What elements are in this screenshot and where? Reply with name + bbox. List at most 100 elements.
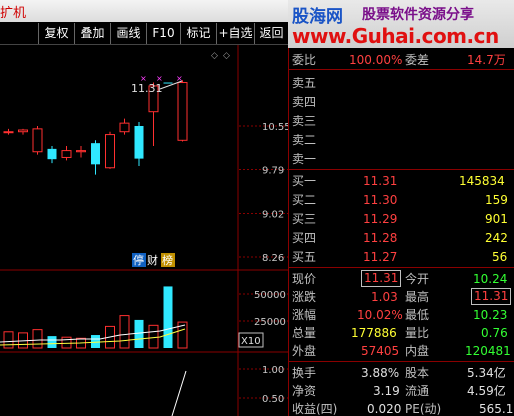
buy-volume: 242 [485,231,508,245]
open-label: 今开 [405,272,430,286]
volume-ratio-value: 0.76 [481,326,508,340]
volume-bar [3,331,14,349]
site-logo: 股海网 股票软件资源分享 www.Guhai.com.cn [288,0,514,48]
price-tick-label: 9.79 [262,165,284,176]
fin-row: 净资 3.19 流通 4.59亿 [289,382,514,400]
sell-label: 卖四 [292,95,317,109]
buy-volume: 56 [492,250,508,264]
inner-value: 120481 [465,344,511,358]
eps-label: 收益(四) [292,402,338,416]
sell-row[interactable]: 卖三 [289,112,514,130]
change-label: 涨跌 [292,290,317,304]
buy-row[interactable]: 买五 11.27 56 [289,248,514,266]
event-marker-icon: × [156,74,163,83]
window-title: 扩机 [0,6,27,21]
sell-row[interactable]: 卖五 [289,74,514,92]
volume-bar [32,329,43,349]
outer-value: 57405 [361,344,400,358]
float-label: 流通 [405,384,430,398]
current-price-value: 11.31 [361,270,402,287]
price-tick-label: 9.02 [262,210,284,221]
price-tick-label: 8.26 [262,253,284,264]
sell-row[interactable]: 卖二 [289,131,514,149]
order-diff-label: 委差 [405,53,430,67]
volume-scale-label: X10 [241,336,261,347]
sell-label: 卖五 [292,76,317,90]
net-assets-label: 净资 [292,384,317,398]
candle-body [119,122,130,133]
indicator-line [171,370,187,416]
net-assets-value: 3.19 [373,384,400,398]
buy-price: 11.28 [363,231,398,245]
sell-row[interactable]: 卖四 [289,93,514,111]
restore-rights-button[interactable]: 复权 [38,23,74,44]
fin-row: 收益(四) 0.020 PE(动) 565.1 [289,400,514,416]
event-marker-icon: × [140,74,147,83]
buy-label: 买五 [292,250,317,264]
low-label: 最低 [405,308,430,322]
draw-line-button[interactable]: 画线 [110,23,146,44]
volume-bar [91,335,100,348]
back-button[interactable]: 返回 [254,23,288,44]
sell-label: 卖三 [292,114,317,128]
order-ratio-row: 委比 100.00% 委差 14.7万 [289,51,514,69]
buy-price: 11.31 [363,174,398,188]
quote-row: 总量 177886 量比 0.76 [289,324,514,342]
buy-row[interactable]: 买一 11.31 145834 [289,172,514,190]
sell-label: 卖二 [292,133,317,147]
volume-bar [119,315,130,349]
candle-body [134,126,144,159]
eps-value: 0.020 [367,402,402,416]
outer-label: 外盘 [292,344,317,358]
buy-row[interactable]: 买二 11.30 159 [289,191,514,209]
open-value: 10.24 [473,272,508,286]
buy-row[interactable]: 买四 11.28 242 [289,229,514,247]
volume-bar [134,319,144,348]
suspend-tab-label: 停 [133,253,144,267]
diamond-icon[interactable]: ◇ [211,51,218,61]
event-marker-icon: × [176,74,183,83]
chart-toolbar: 复权 叠加 画线 F10 标记 +自选 返回 [0,22,288,45]
buy-label: 买三 [292,212,317,226]
sell-row[interactable]: 卖一 [289,150,514,168]
inner-label: 内盘 [405,344,430,358]
overlay-button[interactable]: 叠加 [74,23,110,44]
buy-volume: 901 [485,212,508,226]
change-pct-label: 涨幅 [292,308,317,322]
volume-bar [61,336,72,349]
volume-bar [163,286,173,348]
add-watchlist-button[interactable]: +自选 [216,23,254,44]
logo-tagline: 股票软件资源分享 [362,7,474,23]
ranking-tab-label: 榜 [162,253,173,267]
volume-tick-label: 50000 [254,290,286,301]
candle-body [163,82,173,84]
f10-button[interactable]: F10 [146,23,180,44]
turnover-label: 换手 [292,366,317,380]
indicator-tick-label: 1.00 [262,365,284,376]
buy-price: 11.29 [363,212,398,226]
candle-body [177,82,188,141]
order-ratio-label: 委比 [292,53,317,67]
quote-panel: 委比 100.00% 委差 14.7万 卖五 卖四 卖三 卖二 卖一 买一 11… [288,48,514,416]
divider [289,267,514,268]
sell-label: 卖一 [292,152,317,166]
kline-chart[interactable]: 10.559.799.028.26 5000025000 1.000.50 ◇ … [0,45,288,416]
volume-bar [47,336,57,348]
candle-body [3,131,14,134]
indicator-tick-label: 0.50 [262,394,284,405]
volume-bar [148,324,159,349]
buy-volume: 145834 [459,174,505,188]
mark-button[interactable]: 标记 [180,23,216,44]
quote-row: 现价 11.31 今开 10.24 [289,270,514,288]
finance-tab-label[interactable]: 财 [147,253,158,267]
pe-label: PE(动) [405,402,442,416]
buy-row[interactable]: 买三 11.29 901 [289,210,514,228]
low-value: 10.23 [473,308,508,322]
diamond-icon[interactable]: ◇ [223,51,230,61]
buy-label: 买四 [292,231,317,245]
candle-body [91,143,100,165]
divider [289,169,514,170]
quote-row: 涨幅 10.02% 最低 10.23 [289,306,514,324]
buy-label: 买一 [292,174,317,188]
order-ratio-value: 100.00% [349,53,403,67]
